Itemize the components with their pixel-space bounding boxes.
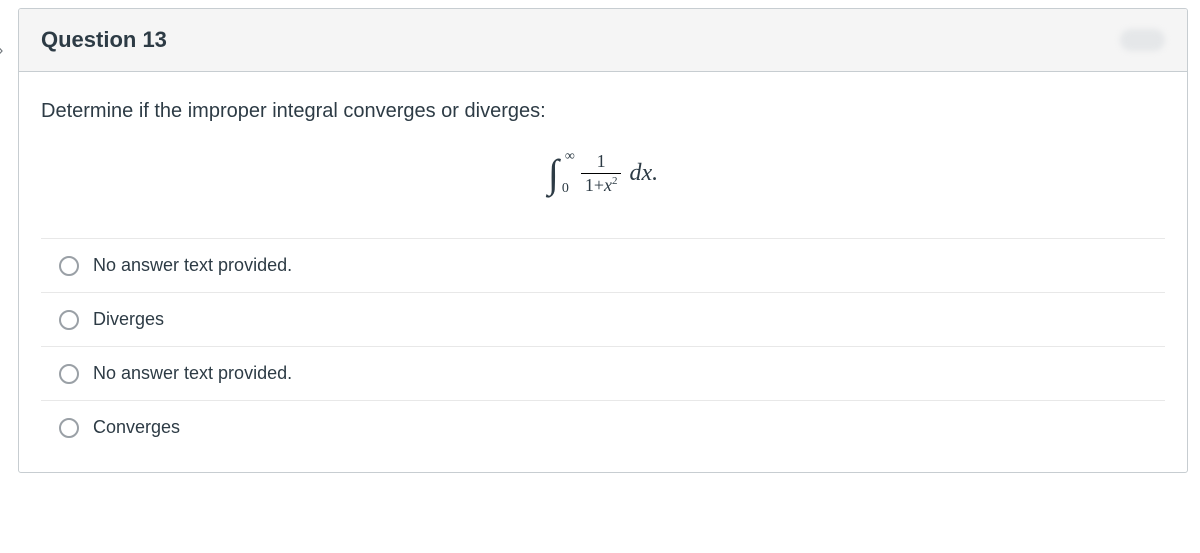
answer-label: No answer text provided. [93, 255, 292, 276]
answer-label: Diverges [93, 309, 164, 330]
answer-list: No answer text provided. Diverges No ans… [41, 238, 1165, 454]
answer-label: Converges [93, 417, 180, 438]
answer-option[interactable]: Diverges [41, 293, 1165, 347]
integral-symbol: ∫ ∞ 0 [548, 154, 559, 194]
radio-icon[interactable] [59, 256, 79, 276]
radio-icon[interactable] [59, 310, 79, 330]
points-badge [1120, 29, 1165, 51]
radio-icon[interactable] [59, 364, 79, 384]
answer-option[interactable]: No answer text provided. [41, 239, 1165, 293]
radio-icon[interactable] [59, 418, 79, 438]
answer-label: No answer text provided. [93, 363, 292, 384]
integral-upper-bound: ∞ [565, 150, 575, 164]
differential: dx. [629, 160, 658, 187]
integrand-fraction: 1 1+x2 [581, 151, 622, 196]
answer-option[interactable]: Converges [41, 401, 1165, 454]
answer-option[interactable]: No answer text provided. [41, 347, 1165, 401]
integral-lower-bound: 0 [562, 182, 569, 196]
question-prompt: Determine if the improper integral conve… [41, 100, 1165, 123]
fraction-denominator: 1+x2 [581, 173, 622, 196]
question-card: Question 13 Determine if the improper in… [18, 8, 1188, 473]
fraction-numerator: 1 [593, 151, 610, 173]
collapse-chevron-icon[interactable]: › [0, 42, 3, 60]
integral-expression: ∫ ∞ 0 1 1+x2 dx. [41, 145, 1165, 202]
question-body: Determine if the improper integral conve… [19, 72, 1187, 472]
question-header: Question 13 [19, 9, 1187, 72]
question-title: Question 13 [41, 27, 167, 53]
